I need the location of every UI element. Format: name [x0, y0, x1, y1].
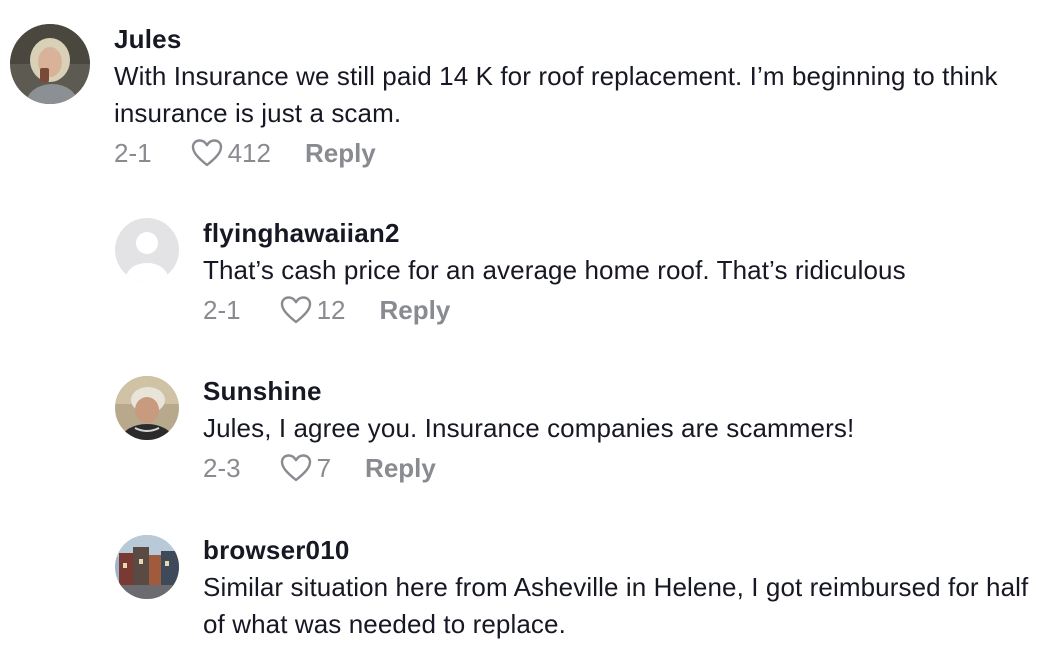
like-count: 12 — [316, 295, 346, 325]
reply-button[interactable]: Reply — [305, 138, 376, 168]
comment-date: 2-3 — [203, 453, 241, 483]
username[interactable]: Sunshine — [203, 376, 1053, 406]
avatar[interactable] — [115, 376, 179, 440]
comment-text: Jules, I agree you. Insurance companies … — [203, 413, 855, 443]
like-button[interactable]: 7 — [279, 453, 331, 483]
comment: Jules With Insurance we still paid 14 K … — [10, 24, 1054, 168]
user-photo-avatar-icon — [115, 535, 179, 599]
comment-meta: 2-1 412 Reply — [114, 138, 1054, 168]
heart-icon — [280, 454, 311, 482]
comment-body: Sunshine Jules, I agree you. Insurance c… — [203, 376, 1053, 483]
avatar[interactable] — [115, 218, 179, 282]
comment-text: With Insurance we still paid 14 K for ro… — [114, 61, 998, 128]
comment-date: 2-1 — [203, 295, 241, 325]
comment-meta: 2-1 12 Reply — [203, 295, 1053, 325]
comment-text: That’s cash price for an average home ro… — [203, 255, 906, 285]
comment-body: browser010 Similar situation here from A… — [203, 535, 1053, 643]
comment-date: 2-1 — [114, 138, 152, 168]
like-button[interactable]: 12 — [279, 295, 346, 325]
comment-body: Jules With Insurance we still paid 14 K … — [114, 24, 1054, 168]
username[interactable]: flyinghawaiian2 — [203, 218, 1053, 248]
comment-text: Similar situation here from Asheville in… — [203, 572, 1029, 639]
like-count: 7 — [316, 453, 332, 483]
like-count: 412 — [227, 138, 271, 168]
avatar[interactable] — [10, 24, 90, 104]
avatar[interactable] — [115, 535, 179, 599]
comment-body: flyinghawaiian2 That’s cash price for an… — [203, 218, 1053, 325]
reply-comment: browser010 Similar situation here from A… — [115, 535, 1053, 643]
comment-thread: Jules With Insurance we still paid 14 K … — [0, 0, 1062, 652]
heart-icon — [191, 139, 222, 167]
user-photo-avatar-icon — [10, 24, 90, 104]
username[interactable]: Jules — [114, 24, 1054, 54]
username[interactable]: browser010 — [203, 535, 1053, 565]
reply-button[interactable]: Reply — [365, 453, 436, 483]
reply-comment: flyinghawaiian2 That’s cash price for an… — [115, 218, 1053, 325]
heart-icon — [280, 296, 311, 324]
like-button[interactable]: 412 — [190, 138, 271, 168]
reply-comment: Sunshine Jules, I agree you. Insurance c… — [115, 376, 1053, 483]
default-avatar-icon — [115, 218, 179, 282]
comment-meta: 2-3 7 Reply — [203, 453, 1053, 483]
reply-button[interactable]: Reply — [380, 295, 451, 325]
user-photo-avatar-icon — [115, 376, 179, 440]
